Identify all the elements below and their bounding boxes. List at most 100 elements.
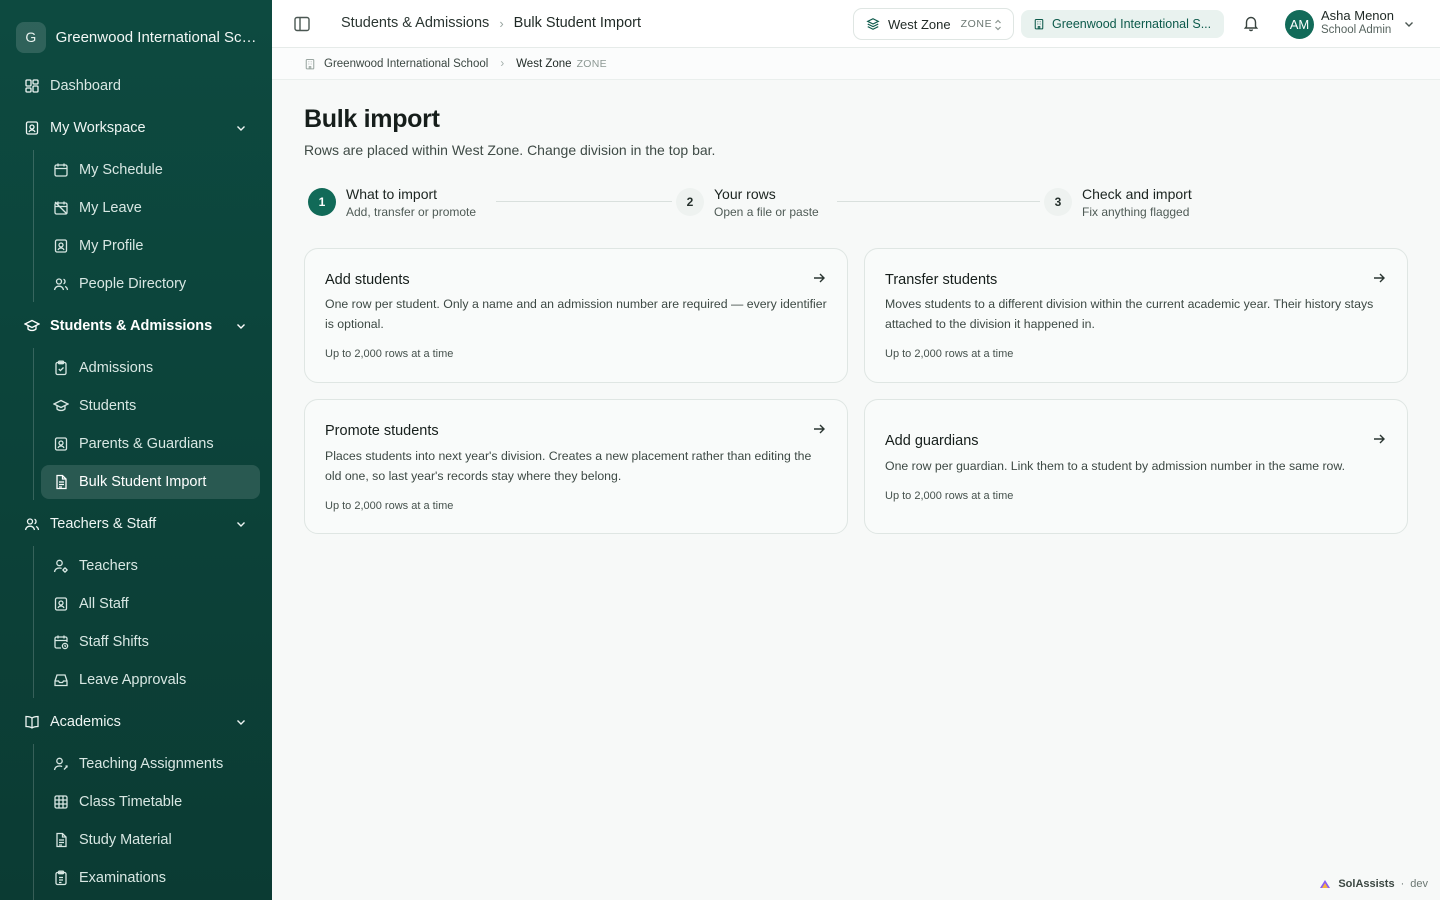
sidebar-item-my-leave[interactable]: My Leave [41, 191, 260, 225]
card-description: Places students into next year's divisio… [325, 449, 812, 483]
card-description: Moves students to a different division w… [885, 297, 1374, 331]
sidebar-item-label: Parents & Guardians [79, 436, 214, 452]
inbox-icon [53, 672, 69, 688]
separator-dot: · [1400, 878, 1405, 890]
context-breadcrumb: Greenwood International School › West Zo… [272, 48, 1440, 80]
org-avatar: G [16, 21, 46, 53]
school-selector[interactable]: Greenwood International S... [1021, 10, 1224, 38]
chevron-down-icon [237, 720, 245, 725]
clipboard-list-icon [53, 870, 69, 886]
user-role: School Admin [1321, 24, 1392, 36]
card-limit: Up to 2,000 rows at a time [885, 348, 1014, 360]
sidebar-item-examinations[interactable]: Examinations [41, 861, 260, 895]
id-badge-icon [53, 596, 69, 612]
arrow-right-icon [814, 424, 825, 434]
sidebar-item-label: Teachers [79, 558, 138, 574]
sidebar-group-students[interactable]: Students & Admissions [14, 309, 260, 343]
zone-selector[interactable]: West Zone ZONE [853, 8, 1014, 40]
calendar-icon [53, 162, 69, 178]
sidebar-item-my-profile[interactable]: My Profile [41, 229, 260, 263]
user-menu[interactable]: Asha Menon School Admin [1321, 8, 1394, 36]
card-title: Add guardians [885, 433, 979, 449]
chevron-down-icon [237, 324, 245, 329]
import-option-transfer-students[interactable]: Transfer students Moves students to a di… [864, 248, 1408, 383]
sidebar-item-dashboard[interactable]: Dashboard [14, 69, 260, 103]
zone-name: West Zone [888, 16, 951, 32]
card-description: One row per guardian. Link them to a stu… [885, 459, 1346, 473]
sidebar-item-leave-approvals[interactable]: Leave Approvals [41, 663, 260, 697]
chevrons-up-down-icon [995, 19, 1001, 31]
arrow-right-icon [814, 273, 825, 283]
graduation-cap-icon [24, 318, 40, 334]
bell-icon[interactable] [1242, 14, 1260, 32]
sidebar-item-label: My Profile [79, 238, 144, 254]
sidebar-item-label: Examinations [79, 870, 167, 886]
sidebar-item-label: My Schedule [79, 162, 163, 178]
brand-name: SolAssists [1338, 878, 1395, 890]
card-description: One row per student. Only a name and an … [325, 297, 827, 331]
sidebar-item-parents-guardians[interactable]: Parents & Guardians [41, 427, 260, 461]
page-subtitle: Rows are placed within West Zone. Change… [304, 142, 716, 158]
book-open-icon [24, 714, 40, 730]
page-title: Bulk import [304, 105, 440, 133]
breadcrumb-item[interactable]: Students & Admissions [341, 15, 489, 31]
step-label: Your rows [714, 186, 776, 202]
sidebar-item-students[interactable]: Students [41, 389, 260, 423]
sidebar-item-label: Students [79, 398, 137, 414]
sidebar-item-teachers[interactable]: Teachers [41, 549, 260, 583]
sidebar-group-label: Academics [50, 714, 121, 730]
sidebar-group-label: Students & Admissions [50, 318, 213, 334]
id-badge-icon [24, 120, 40, 136]
sidebar-item-label: People Directory [79, 276, 187, 292]
org-name: Greenwood International School [55, 28, 260, 46]
graduation-cap-icon [53, 398, 69, 414]
dashboard-icon [24, 78, 40, 94]
chevron-down-icon[interactable] [1402, 17, 1416, 31]
sidebar-item-admissions[interactable]: Admissions [41, 351, 260, 385]
import-option-add-guardians[interactable]: Add guardians One row per guardian. Link… [864, 399, 1408, 534]
sidebar-item-study-material[interactable]: Study Material [41, 823, 260, 857]
card-limit: Up to 2,000 rows at a time [885, 490, 1014, 502]
sidebar-item-teaching-assignments[interactable]: Teaching Assignments [41, 747, 260, 781]
step-number: 2 [676, 188, 704, 216]
org-switcher[interactable]: G Greenwood International School [16, 19, 260, 55]
nav-tree-line [33, 150, 34, 302]
avatar[interactable]: AM [1285, 10, 1314, 39]
sidebar-item-all-staff[interactable]: All Staff [41, 587, 260, 621]
breadcrumb-current: Bulk Student Import [513, 15, 641, 31]
sidebar-item-people-directory[interactable]: People Directory [41, 267, 260, 301]
sidebar-group-workspace[interactable]: My Workspace [14, 111, 260, 145]
chevron-right-icon: › [499, 15, 504, 31]
nav-tree-line [33, 744, 34, 900]
sidebar-item-label: Teaching Assignments [79, 756, 224, 772]
sidebar-item-label: Leave Approvals [79, 672, 187, 688]
sidebar-toggle-icon[interactable] [292, 14, 312, 34]
step-2: 2 Your rows Open a file or paste [676, 186, 819, 219]
sidebar-group-academics[interactable]: Academics [14, 705, 260, 739]
sidebar-group-staff[interactable]: Teachers & Staff [14, 507, 260, 541]
sidebar-item-my-schedule[interactable]: My Schedule [41, 153, 260, 187]
id-badge-icon [53, 238, 69, 254]
grid-icon [53, 794, 69, 810]
import-option-add-students[interactable]: Add students One row per student. Only a… [304, 248, 848, 383]
step-description: Add, transfer or promote [346, 205, 477, 219]
sidebar-item-staff-shifts[interactable]: Staff Shifts [41, 625, 260, 659]
users-icon [53, 276, 69, 292]
file-text-icon [53, 832, 69, 848]
calendar-off-icon [53, 200, 69, 216]
chevron-down-icon [237, 126, 245, 131]
sidebar-item-bulk-student-import[interactable]: Bulk Student Import [41, 465, 260, 499]
step-3: 3 Check and import Fix anything flagged [1044, 186, 1192, 219]
sidebar-item-label: Class Timetable [79, 794, 183, 810]
arrow-right-icon [1374, 434, 1385, 444]
sidebar-item-class-timetable[interactable]: Class Timetable [41, 785, 260, 819]
card-limit: Up to 2,000 rows at a time [325, 500, 454, 512]
context-school[interactable]: Greenwood International School [324, 58, 488, 70]
sidebar-item-label: Study Material [79, 832, 172, 848]
nav-tree-line [33, 348, 34, 500]
step-connector [496, 201, 672, 202]
users-icon [24, 516, 40, 532]
import-option-promote-students[interactable]: Promote students Places students into ne… [304, 399, 848, 534]
step-number: 3 [1044, 188, 1072, 216]
step-connector [837, 201, 1040, 202]
